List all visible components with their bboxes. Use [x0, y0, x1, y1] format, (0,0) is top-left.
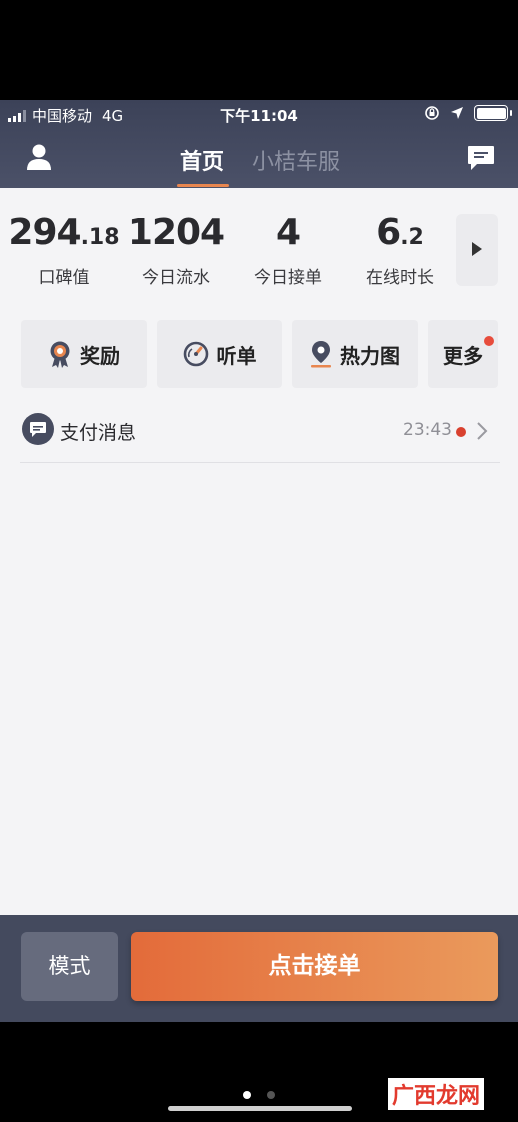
watermark-text: 广西龙网	[392, 1084, 481, 1109]
stat-today-orders[interactable]: 4 今日接单	[228, 210, 348, 288]
quick-action-label: 热力图	[340, 343, 400, 368]
stat-value: 1204	[127, 212, 225, 253]
user-icon[interactable]	[22, 142, 56, 172]
stat-value: 6	[376, 212, 401, 253]
message-item-payment[interactable]: 支付消息 23:43	[20, 405, 500, 463]
quick-action-listen-orders[interactable]: 听单	[157, 320, 282, 388]
stats-row: 294.18 口碑值 1204 今日流水 4 今日接单 6.2 在线时长	[0, 210, 518, 288]
mode-button[interactable]: 模式	[21, 932, 118, 1001]
quick-action-label: 奖励	[80, 343, 120, 368]
active-tab-indicator	[177, 184, 229, 187]
medal-icon	[50, 341, 70, 368]
quick-action-label: 更多	[443, 343, 483, 368]
top-nav: 首页 小桔车服	[0, 130, 518, 188]
location-arrow-icon	[451, 107, 463, 119]
quick-action-rewards[interactable]: 奖励	[21, 320, 147, 388]
stat-value: 4	[275, 212, 301, 253]
stat-label: 今日接单	[254, 268, 322, 288]
quick-action-label: 听单	[216, 343, 257, 368]
app-screen: 中国移动 4G 下午11:04 首页 小桔车服 294.18 口碑值 1204 …	[0, 100, 518, 1022]
rotation-lock-icon	[425, 106, 439, 120]
stat-label: 口碑值	[38, 268, 90, 288]
stat-today-income[interactable]: 1204 今日流水	[116, 210, 236, 288]
page-dot	[267, 1091, 275, 1099]
stat-decimal: .2	[400, 225, 424, 250]
quick-action-heatmap[interactable]: 热力图	[292, 320, 418, 388]
watermark-logo: 广西龙网	[388, 1078, 485, 1110]
stat-reputation[interactable]: 294.18 口碑值	[4, 210, 124, 288]
stat-decimal: .18	[80, 225, 120, 250]
tab-home[interactable]: 首页	[180, 144, 224, 176]
stat-label: 今日流水	[142, 268, 210, 288]
quick-action-more[interactable]: 更多	[428, 320, 498, 388]
chat-bubble-icon	[22, 413, 54, 445]
tab-xiaoju-service[interactable]: 小桔车服	[252, 144, 340, 176]
play-arrow-icon	[472, 242, 482, 256]
unread-dot	[456, 427, 466, 437]
bottom-action-bar: 模式 点击接单	[0, 915, 518, 1022]
notification-badge	[484, 336, 494, 346]
stat-label: 在线时长	[366, 268, 434, 288]
status-bar: 中国移动 4G 下午11:04	[0, 100, 518, 130]
header: 中国移动 4G 下午11:04 首页 小桔车服	[0, 100, 518, 188]
home-indicator[interactable]	[168, 1106, 352, 1111]
page-dot-active	[243, 1091, 251, 1099]
stats-expand-button[interactable]	[456, 214, 498, 286]
page-indicator	[243, 1091, 275, 1099]
accept-order-button[interactable]: 点击接单	[131, 932, 498, 1001]
message-title: 支付消息	[60, 422, 137, 444]
stat-online-hours[interactable]: 6.2 在线时长	[340, 210, 460, 288]
message-icon[interactable]	[466, 144, 496, 172]
message-time: 23:43	[403, 420, 452, 440]
battery-icon	[474, 105, 512, 121]
map-pin-icon	[311, 341, 331, 368]
stat-value: 294	[8, 212, 81, 253]
chevron-right-icon	[477, 422, 488, 440]
gauge-icon	[183, 341, 208, 367]
